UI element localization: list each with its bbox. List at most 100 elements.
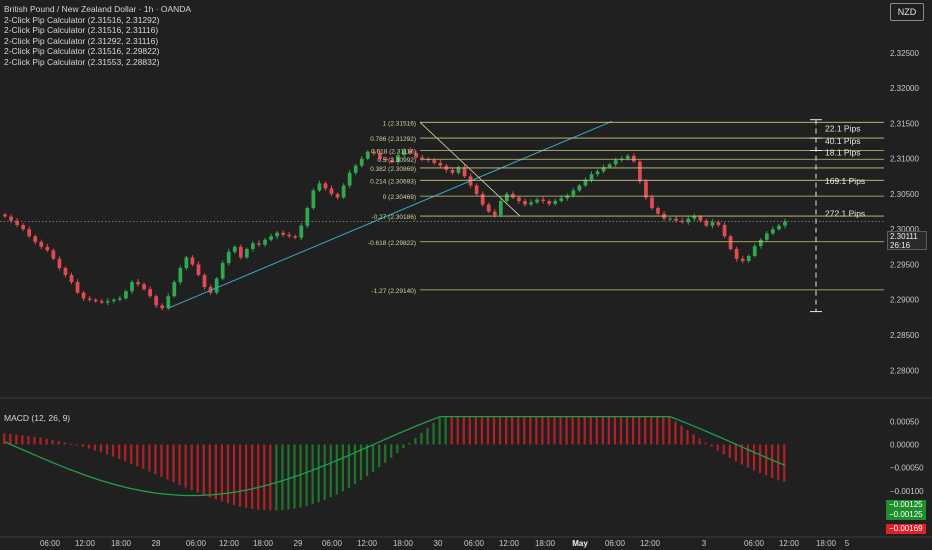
macd-histogram-bar bbox=[498, 416, 502, 445]
candle-body bbox=[758, 239, 763, 247]
macd-histogram-bar bbox=[716, 444, 719, 451]
candle bbox=[118, 295, 122, 302]
macd-histogram-bar bbox=[722, 444, 725, 455]
price-axis-label-10: 2.28000 bbox=[890, 366, 919, 375]
macd-histogram-bar bbox=[208, 444, 211, 498]
indicator-1[interactable]: 2-Click Pip Calculator (2.31516, 2.31116… bbox=[4, 25, 191, 36]
candle bbox=[686, 216, 691, 225]
macd-histogram-bar bbox=[154, 444, 157, 475]
price-axis-label-9: 2.28500 bbox=[890, 331, 919, 340]
candle bbox=[529, 199, 533, 207]
candle bbox=[293, 234, 298, 240]
macd-histogram-bar bbox=[619, 416, 623, 445]
candle bbox=[232, 244, 237, 255]
pip-label-2: 18.1 Pips bbox=[825, 147, 860, 157]
candle-body bbox=[359, 158, 364, 166]
candle bbox=[692, 213, 697, 221]
macd-histogram-bar bbox=[257, 444, 260, 510]
price-chart[interactable]: 2.330002.325002.320002.315002.310002.305… bbox=[0, 0, 932, 550]
candle bbox=[317, 180, 322, 192]
indicator-0[interactable]: 2-Click Pip Calculator (2.31516, 2.31292… bbox=[4, 15, 191, 26]
currency-button[interactable]: NZD bbox=[890, 3, 924, 21]
candle bbox=[33, 234, 38, 245]
candle-body bbox=[625, 155, 630, 159]
time-axis-label-20: 12:00 bbox=[779, 539, 800, 548]
macd-histogram-bar bbox=[160, 444, 163, 477]
time-axis-label-14: 18:00 bbox=[535, 539, 556, 548]
macd-histogram-bar bbox=[565, 416, 568, 445]
macd-histogram-bar bbox=[263, 444, 266, 511]
macd-label[interactable]: MACD (12, 26, 9) bbox=[4, 413, 70, 423]
candle bbox=[21, 223, 26, 232]
candle bbox=[541, 196, 546, 204]
candle-body bbox=[517, 197, 521, 201]
macd-axis-label-3: −0.00100 bbox=[890, 487, 924, 496]
fib-level-label-7: -0.27 (2.30186) bbox=[372, 214, 416, 221]
time-axis-label-22: 5 bbox=[845, 539, 850, 548]
macd-histogram-bar bbox=[402, 444, 405, 449]
time-axis-label-21: 18:00 bbox=[816, 539, 837, 548]
candle-body bbox=[251, 243, 255, 249]
macd-histogram-bar bbox=[674, 421, 677, 445]
candle-body bbox=[462, 167, 467, 177]
macd-histogram-bar bbox=[547, 416, 550, 445]
candle bbox=[680, 217, 685, 224]
macd-histogram-bar bbox=[299, 444, 302, 508]
candle bbox=[184, 255, 189, 271]
macd-histogram-bar bbox=[529, 416, 532, 445]
macd-histogram-bar bbox=[99, 444, 103, 453]
macd-histogram-bar bbox=[456, 416, 459, 445]
candle-body bbox=[656, 208, 660, 214]
candle bbox=[474, 183, 479, 197]
indicator-3[interactable]: 2-Click Pip Calculator (2.31516, 2.29822… bbox=[4, 46, 191, 57]
macd-histogram-bar bbox=[771, 444, 774, 478]
candle bbox=[111, 297, 116, 304]
macd-histogram-bar bbox=[124, 444, 127, 462]
macd-histogram-bar bbox=[238, 444, 242, 507]
indicator-2[interactable]: 2-Click Pip Calculator (2.31292, 2.31116… bbox=[4, 36, 191, 47]
candle-body bbox=[631, 155, 636, 162]
macd-histogram-bar bbox=[504, 416, 508, 445]
candle-body bbox=[492, 211, 497, 216]
candle bbox=[9, 214, 13, 224]
macd-histogram-bar bbox=[378, 444, 381, 468]
candle bbox=[244, 247, 249, 259]
candle bbox=[722, 222, 727, 239]
candle-body bbox=[480, 193, 485, 205]
macd-histogram-bar bbox=[553, 416, 556, 445]
indicator-4[interactable]: 2-Click Pip Calculator (2.31553, 2.28832… bbox=[4, 57, 191, 68]
candle bbox=[565, 193, 570, 201]
macd-histogram-bar bbox=[432, 422, 435, 445]
macd-histogram-bar bbox=[244, 444, 248, 508]
macd-histogram-bar bbox=[752, 444, 756, 471]
macd-histogram-bar bbox=[323, 444, 326, 500]
candle bbox=[758, 238, 763, 249]
candle-body bbox=[486, 204, 491, 212]
candle-body bbox=[589, 174, 594, 180]
candle bbox=[517, 195, 521, 204]
candle bbox=[341, 183, 346, 200]
macd-histogram-bar bbox=[69, 443, 72, 445]
candle bbox=[456, 165, 461, 175]
candle bbox=[644, 178, 648, 200]
candle-body bbox=[347, 172, 352, 186]
candle-body bbox=[172, 282, 177, 297]
macd-histogram-bar bbox=[686, 429, 689, 445]
macd-histogram-bar bbox=[438, 417, 441, 445]
macd-histogram-bar bbox=[93, 444, 97, 451]
candle-body bbox=[752, 246, 757, 257]
candle bbox=[777, 223, 781, 231]
candle bbox=[81, 290, 86, 301]
macd-histogram-bar bbox=[305, 444, 308, 507]
macd-histogram-bar bbox=[329, 444, 332, 498]
macd-histogram-bar bbox=[166, 444, 169, 480]
candle bbox=[347, 169, 352, 189]
macd-histogram-bar bbox=[656, 416, 659, 445]
macd-histogram-bar bbox=[335, 444, 338, 495]
macd-histogram-bar bbox=[444, 416, 447, 445]
macd-histogram-bar bbox=[462, 416, 465, 445]
time-axis-label-19: 06:00 bbox=[744, 539, 765, 548]
time-axis-label-11: 30 bbox=[434, 539, 443, 548]
time-axis-label-6: 18:00 bbox=[253, 539, 274, 548]
candle-body bbox=[57, 258, 62, 268]
